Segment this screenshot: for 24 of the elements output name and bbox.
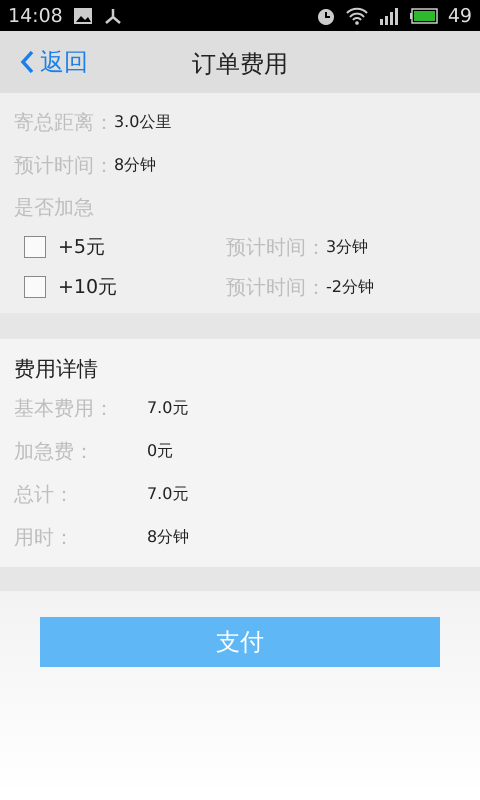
- field-value: 3.0公里: [114, 112, 172, 133]
- status-time: 14:08: [8, 4, 63, 26]
- share-icon: [102, 6, 123, 24]
- checkbox[interactable]: [24, 276, 46, 298]
- field-value: 7.0元: [147, 484, 188, 505]
- wifi-icon: [346, 6, 368, 24]
- option-label: +5元: [58, 235, 106, 260]
- option-label: +10元: [58, 275, 118, 300]
- field-value: 8分钟: [114, 155, 156, 176]
- field-value: -2分钟: [326, 276, 374, 298]
- section-title: 费用详情: [14, 356, 98, 383]
- field-value: 7.0元: [147, 398, 188, 419]
- pay-button[interactable]: 支付: [40, 617, 440, 667]
- page-title: 订单费用: [192, 49, 288, 80]
- battery-icon: [410, 8, 438, 24]
- field-value: 8分钟: [147, 527, 190, 548]
- back-button[interactable]: 返回: [0, 46, 88, 78]
- field-value: 0元: [147, 441, 174, 462]
- signal-icon: [378, 6, 400, 24]
- field-value: 3分钟: [326, 236, 368, 258]
- checkbox[interactable]: [24, 236, 46, 258]
- chevron-left-icon: [20, 50, 34, 74]
- image-icon: [72, 6, 93, 24]
- battery-level: 49: [448, 4, 472, 26]
